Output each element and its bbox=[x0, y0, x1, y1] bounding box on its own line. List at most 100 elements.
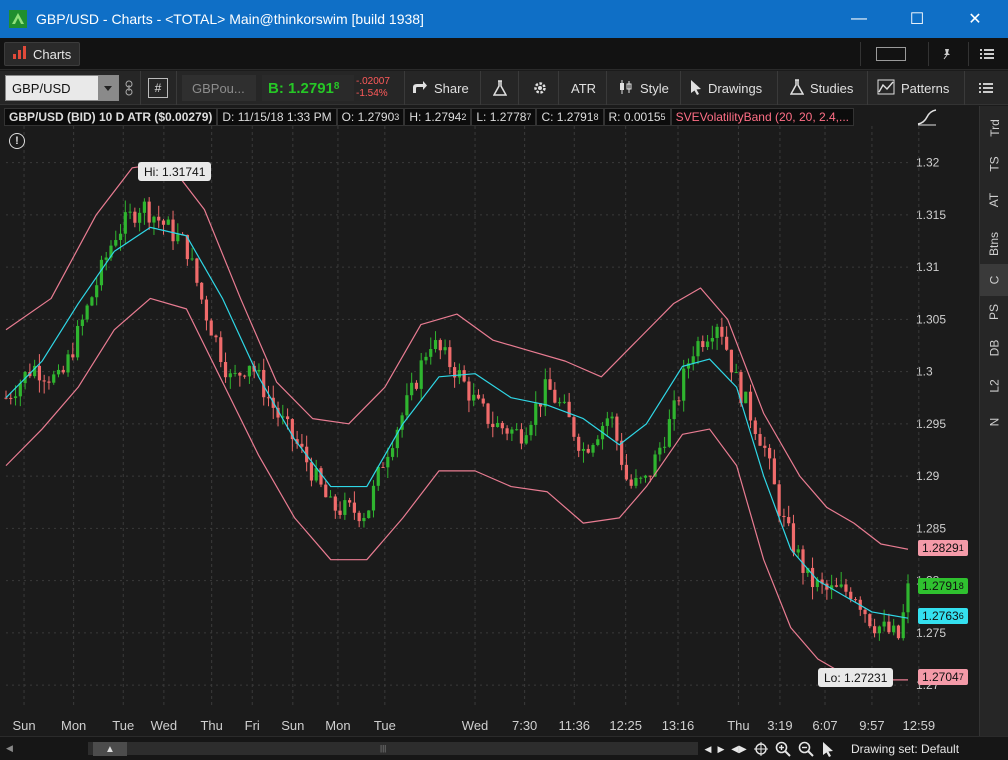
candle-body bbox=[37, 365, 42, 381]
share-button[interactable]: Share bbox=[412, 75, 469, 101]
y-tick-label: 1.31 bbox=[916, 260, 940, 274]
candle-body bbox=[367, 510, 371, 518]
atr-button[interactable]: ATR bbox=[571, 75, 596, 101]
pin-icon[interactable] bbox=[928, 42, 964, 66]
charts-tab-label: Charts bbox=[33, 46, 72, 62]
candle-body bbox=[390, 448, 395, 457]
expand-horizontal-icon[interactable]: ◀▶ bbox=[730, 740, 748, 758]
study-label[interactable]: SVEVolatilityBand (20, 20, 2.4,... bbox=[670, 108, 854, 126]
scroll-left-end-icon[interactable]: ◀ bbox=[703, 740, 713, 758]
candle-body bbox=[410, 382, 414, 396]
drawings-button[interactable]: Drawings bbox=[690, 75, 762, 101]
bottom-bar: ◀ ▲ ||| ◀ ▶ ◀▶ Drawing set: Default bbox=[0, 736, 1008, 760]
link-icon[interactable] bbox=[123, 75, 135, 101]
y-tick-label: 1.285 bbox=[916, 521, 946, 535]
x-tick-label: Wed bbox=[462, 718, 489, 733]
secondary-symbol-field[interactable]: GBPou... bbox=[182, 75, 256, 101]
candle-body bbox=[166, 219, 170, 225]
candle-body bbox=[720, 326, 724, 337]
grid-layout-button[interactable] bbox=[860, 42, 920, 66]
cursor-icon[interactable] bbox=[821, 740, 835, 758]
zoom-in-icon[interactable] bbox=[774, 740, 792, 758]
charts-tab[interactable]: Charts bbox=[4, 42, 80, 66]
scroll-left-icon[interactable]: ◀ bbox=[6, 743, 13, 754]
patterns-button[interactable]: Patterns bbox=[877, 75, 949, 101]
symbol-link-button[interactable]: # bbox=[148, 78, 168, 98]
sidebar-tab-c[interactable]: C bbox=[980, 264, 1008, 296]
drawing-set-selector[interactable]: Drawing set: Default bbox=[851, 740, 959, 758]
sidebar-tab-l2[interactable]: L2 bbox=[980, 370, 1008, 402]
sidebar-tab-n[interactable]: N bbox=[980, 406, 1008, 438]
candle-body bbox=[204, 299, 209, 321]
last-price-tag: 1.2791 8 bbox=[918, 578, 968, 594]
candle-body bbox=[176, 234, 180, 242]
y-tick-label: 1.315 bbox=[916, 208, 946, 222]
candle-body bbox=[9, 397, 13, 399]
auto-scale-icon[interactable] bbox=[914, 106, 940, 128]
candle-body bbox=[486, 403, 490, 424]
candle-body bbox=[892, 625, 896, 633]
candle-body bbox=[61, 369, 65, 373]
candle-body bbox=[266, 397, 271, 399]
symbol-input[interactable]: GBP/USD bbox=[5, 75, 119, 101]
horizontal-scrollbar[interactable] bbox=[88, 742, 698, 755]
candle-body bbox=[505, 428, 509, 434]
scrollbar-thumb[interactable]: ▲ bbox=[93, 742, 127, 756]
price-chart[interactable]: 1.321.3151.311.3051.31.2951.291.2851.281… bbox=[0, 106, 978, 736]
studies-button[interactable]: Studies bbox=[789, 75, 853, 101]
x-tick-label: Mon bbox=[325, 718, 350, 733]
candle-body bbox=[610, 416, 614, 419]
minimize-button[interactable]: — bbox=[836, 0, 882, 38]
candle-body bbox=[744, 391, 748, 404]
candle-body bbox=[748, 391, 753, 421]
candle-body bbox=[47, 381, 51, 383]
candle-body bbox=[615, 416, 619, 441]
candle-body bbox=[896, 625, 901, 639]
sidebar-tab-at[interactable]: AT bbox=[980, 184, 1008, 216]
alert-info-icon[interactable]: ! bbox=[9, 133, 25, 149]
bar-high: H: 1.2794 2 bbox=[404, 108, 472, 126]
sidebar-tab-db[interactable]: DB bbox=[980, 332, 1008, 364]
net-change-percent: -1.54% bbox=[356, 88, 388, 99]
candle-body bbox=[429, 349, 433, 357]
candle-body bbox=[753, 420, 757, 435]
candle-body bbox=[352, 502, 356, 513]
candle-body bbox=[214, 335, 218, 338]
style-button[interactable]: Style bbox=[618, 75, 669, 101]
candle-body bbox=[104, 257, 108, 260]
sidebar-tab-btns[interactable]: Btns bbox=[980, 224, 1008, 264]
candle-body bbox=[438, 340, 442, 351]
x-tick-label: 12:59 bbox=[903, 718, 936, 733]
hamburger-menu-icon[interactable] bbox=[968, 42, 1004, 66]
sidebar-tab-ps[interactable]: PS bbox=[980, 296, 1008, 328]
candle-body bbox=[553, 389, 557, 403]
candle-body bbox=[796, 549, 800, 553]
candle-body bbox=[348, 500, 352, 503]
candle-body bbox=[767, 447, 772, 459]
chevron-down-icon[interactable] bbox=[98, 76, 118, 100]
scroll-right-icon[interactable]: ▶ bbox=[716, 740, 726, 758]
candle-body bbox=[467, 381, 471, 401]
crosshair-icon[interactable] bbox=[753, 740, 769, 758]
candle-body bbox=[849, 591, 853, 600]
chart-area[interactable]: 1.321.3151.311.3051.31.2951.291.2851.281… bbox=[0, 106, 978, 736]
candle-body bbox=[343, 500, 347, 515]
gear-icon[interactable] bbox=[530, 75, 550, 101]
close-button[interactable]: ✕ bbox=[952, 0, 998, 38]
x-tick-label: 11:36 bbox=[558, 718, 590, 733]
candle-body bbox=[138, 212, 142, 223]
candle-body bbox=[462, 370, 466, 382]
candle-body bbox=[13, 396, 18, 399]
candle-body bbox=[424, 356, 428, 361]
candle-body bbox=[243, 375, 247, 377]
candle-body bbox=[715, 326, 719, 338]
sidebar-tab-ts[interactable]: TS bbox=[980, 148, 1008, 180]
hamburger-menu-icon[interactable] bbox=[975, 75, 997, 101]
sidebar-tab-trd[interactable]: Trd bbox=[980, 112, 1008, 144]
candle-body bbox=[863, 609, 867, 615]
candle-body bbox=[362, 517, 366, 522]
flask-icon[interactable] bbox=[490, 75, 510, 101]
zoom-out-icon[interactable] bbox=[797, 740, 815, 758]
candle-body bbox=[128, 211, 132, 213]
maximize-button[interactable]: ☐ bbox=[894, 0, 940, 38]
